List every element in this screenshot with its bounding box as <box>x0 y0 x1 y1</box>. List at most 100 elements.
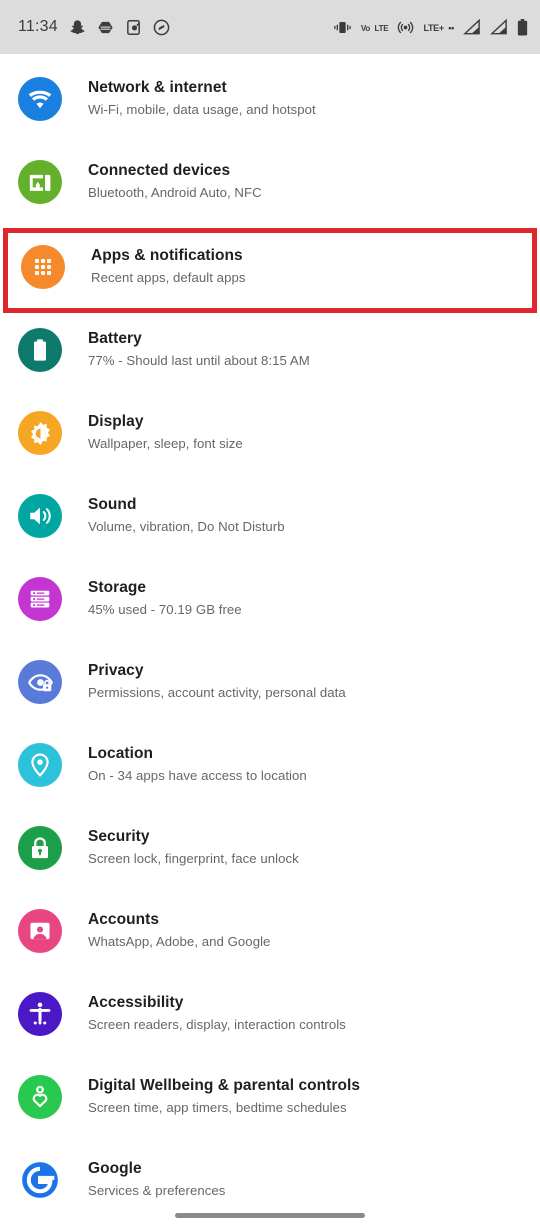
row-subtitle: Recent apps, default apps <box>91 270 246 285</box>
row-title: Battery <box>88 330 142 347</box>
row-text: Display Wallpaper, sleep, font size <box>62 409 243 453</box>
volte-icon: Vo LTE <box>360 24 389 33</box>
cast-devices-icon <box>27 169 53 195</box>
settings-row-sound[interactable]: Sound Volume, vibration, Do Not Disturb <box>0 479 540 562</box>
row-subtitle: Volume, vibration, Do Not Disturb <box>88 519 285 534</box>
location-pin-icon-wrap <box>18 743 62 787</box>
battery-icon <box>27 337 53 363</box>
row-text: Accounts WhatsApp, Adobe, and Google <box>62 907 270 951</box>
settings-row-connected-devices[interactable]: Connected devices Bluetooth, Android Aut… <box>0 145 540 228</box>
brightness-icon <box>27 420 54 447</box>
wellbeing-heart-icon-wrap <box>18 1075 62 1119</box>
status-bar: 11:34 Vo LTE LTE+ •• <box>0 0 540 54</box>
row-subtitle: Wi-Fi, mobile, data usage, and hotspot <box>88 102 316 117</box>
row-subtitle: Screen lock, fingerprint, face unlock <box>88 851 299 866</box>
row-text: Privacy Permissions, account activity, p… <box>62 658 346 702</box>
lte-plus-icon: LTE+ •• <box>423 23 454 33</box>
row-text: Accessibility Screen readers, display, i… <box>62 990 346 1034</box>
settings-row-digital-wellbeing[interactable]: Digital Wellbeing & parental controls Sc… <box>0 1060 540 1143</box>
accessibility-icon <box>27 1001 53 1027</box>
battery-setting-icon-wrap <box>18 328 62 372</box>
settings-row-storage[interactable]: Storage 45% used - 70.19 GB free <box>0 562 540 645</box>
row-subtitle: 77% - Should last until about 8:15 AM <box>88 353 310 368</box>
account-card-icon <box>27 918 53 944</box>
status-bar-left: 11:34 <box>18 18 170 36</box>
row-title: Sound <box>88 496 137 513</box>
status-bar-right: Vo LTE LTE+ •• <box>333 0 528 54</box>
app-grid-icon <box>31 255 55 279</box>
settings-list: Network & internet Wi-Fi, mobile, data u… <box>0 54 540 1226</box>
status-bar-clock: 11:34 <box>18 18 58 35</box>
hexagon-app-icon <box>97 19 114 36</box>
storage-stack-icon-wrap <box>18 577 62 621</box>
eye-lock-icon <box>27 669 54 696</box>
signal-bars-sim1-icon <box>463 19 481 35</box>
settings-row-apps-notifications[interactable]: Apps & notifications Recent apps, defaul… <box>3 228 537 313</box>
account-card-icon-wrap <box>18 909 62 953</box>
row-subtitle: WhatsApp, Adobe, and Google <box>88 934 271 949</box>
settings-row-security[interactable]: Security Screen lock, fingerprint, face … <box>0 811 540 894</box>
row-text: Storage 45% used - 70.19 GB free <box>62 575 242 619</box>
row-title: Network & internet <box>88 79 227 96</box>
row-title: Apps & notifications <box>91 247 243 264</box>
row-title: Location <box>88 745 153 762</box>
settings-row-network-internet[interactable]: Network & internet Wi-Fi, mobile, data u… <box>0 62 540 145</box>
row-text: Network & internet Wi-Fi, mobile, data u… <box>62 75 316 119</box>
row-title: Storage <box>88 579 147 596</box>
row-title: Connected devices <box>88 162 231 179</box>
settings-row-accessibility[interactable]: Accessibility Screen readers, display, i… <box>0 977 540 1060</box>
location-pin-icon <box>27 752 53 778</box>
google-g-icon <box>19 1159 61 1201</box>
app-grid-icon-wrap <box>21 245 65 289</box>
cast-devices-icon-wrap <box>18 160 62 204</box>
eye-lock-icon-wrap <box>18 660 62 704</box>
row-text: Apps & notifications Recent apps, defaul… <box>65 243 245 287</box>
gesture-nav-handle[interactable] <box>175 1212 365 1218</box>
row-subtitle: Bluetooth, Android Auto, NFC <box>88 185 262 200</box>
row-text: Battery 77% - Should last until about 8:… <box>62 326 310 370</box>
settings-row-battery[interactable]: Battery 77% - Should last until about 8:… <box>0 313 540 396</box>
gesture-nav-bar <box>0 1200 540 1230</box>
lock-icon-wrap <box>18 826 62 870</box>
shazam-icon <box>153 19 170 36</box>
settings-row-accounts[interactable]: Accounts WhatsApp, Adobe, and Google <box>0 894 540 977</box>
row-subtitle: On - 34 apps have access to location <box>88 768 307 783</box>
wifi-icon <box>27 86 53 112</box>
row-subtitle: Screen readers, display, interaction con… <box>88 1017 346 1032</box>
row-subtitle: Permissions, account activity, personal … <box>88 685 346 700</box>
row-title: Privacy <box>88 662 144 679</box>
wifi-icon-wrap <box>18 77 62 121</box>
settings-row-privacy[interactable]: Privacy Permissions, account activity, p… <box>0 645 540 728</box>
row-title: Security <box>88 828 150 845</box>
row-text: Location On - 34 apps have access to loc… <box>62 741 307 785</box>
storage-stack-icon <box>27 586 53 612</box>
row-subtitle: Wallpaper, sleep, font size <box>88 436 243 451</box>
wellbeing-heart-icon <box>27 1084 53 1110</box>
signal-bars-sim2-icon <box>490 19 508 35</box>
battery-icon <box>517 18 528 36</box>
row-subtitle: Services & preferences <box>88 1183 226 1198</box>
google-g-icon-wrap <box>18 1158 62 1202</box>
row-title: Digital Wellbeing & parental controls <box>88 1077 360 1094</box>
row-text: Sound Volume, vibration, Do Not Disturb <box>62 492 285 536</box>
settings-row-location[interactable]: Location On - 34 apps have access to loc… <box>0 728 540 811</box>
row-subtitle: Screen time, app timers, bedtime schedul… <box>88 1100 347 1115</box>
speaker-icon-wrap <box>18 494 62 538</box>
accessibility-icon-wrap <box>18 992 62 1036</box>
row-title: Display <box>88 413 144 430</box>
settings-row-display[interactable]: Display Wallpaper, sleep, font size <box>0 396 540 479</box>
row-title: Accessibility <box>88 994 184 1011</box>
row-text: Connected devices Bluetooth, Android Aut… <box>62 158 262 202</box>
row-text: Digital Wellbeing & parental controls Sc… <box>62 1073 360 1117</box>
vibrate-icon <box>333 20 352 35</box>
row-text: Security Screen lock, fingerprint, face … <box>62 824 299 868</box>
phone-app-icon <box>125 19 142 36</box>
row-subtitle: 45% used - 70.19 GB free <box>88 602 242 617</box>
row-title: Google <box>88 1160 142 1177</box>
speaker-icon <box>27 503 53 529</box>
brightness-icon-wrap <box>18 411 62 455</box>
row-title: Accounts <box>88 911 160 928</box>
row-text: Google Services & preferences <box>62 1156 225 1200</box>
snapchat-icon <box>69 19 86 36</box>
hotspot-icon <box>397 19 414 36</box>
